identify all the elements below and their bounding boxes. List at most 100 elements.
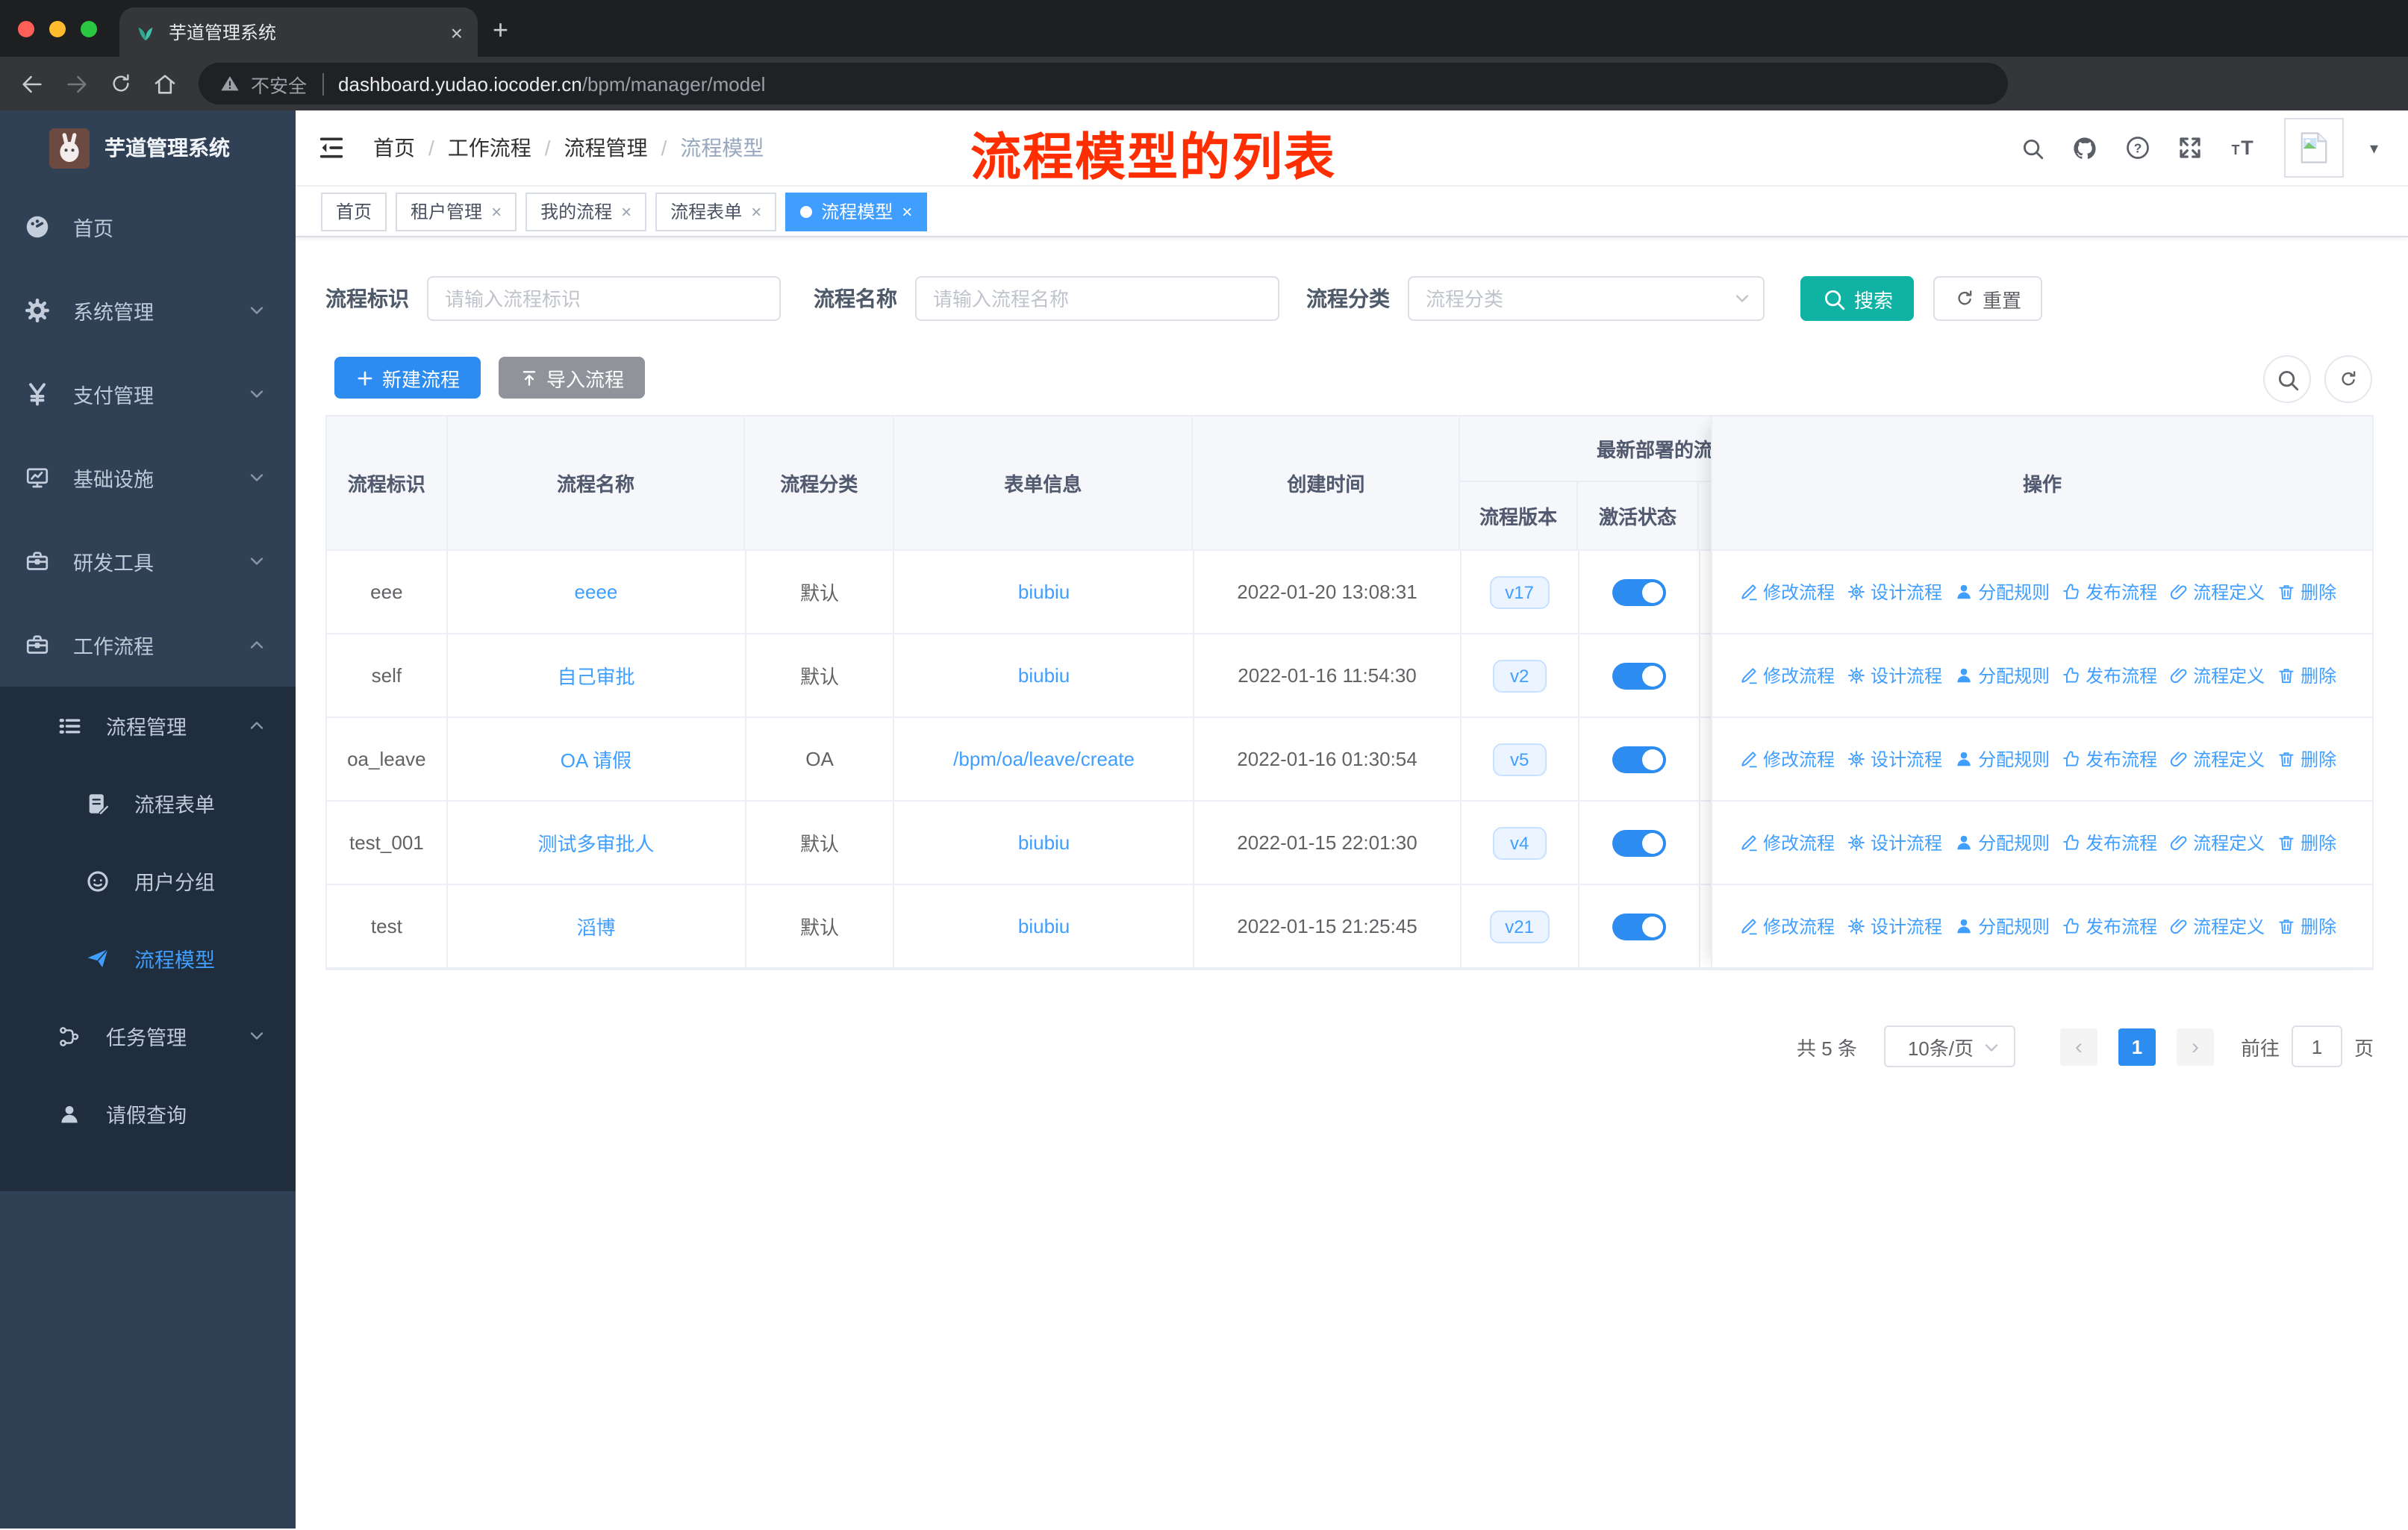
view-tab-close-icon[interactable]: × xyxy=(491,201,502,222)
process-name-link[interactable]: eeee xyxy=(575,581,618,603)
action-design-link[interactable]: 设计流程 xyxy=(1847,663,1942,688)
help-icon[interactable]: ? xyxy=(2125,134,2152,161)
breadcrumb-item[interactable]: 工作流程 xyxy=(448,133,531,163)
view-tab-1[interactable]: 租户管理 × xyxy=(396,192,517,231)
breadcrumb-item[interactable]: 首页 xyxy=(373,133,415,163)
action-definition-link[interactable]: 流程定义 xyxy=(2169,830,2265,855)
action-delete-link[interactable]: 删除 xyxy=(2277,579,2336,605)
view-tab-3[interactable]: 流程表单 × xyxy=(655,192,777,231)
forward-icon[interactable] xyxy=(64,71,90,96)
process-name-link[interactable]: OA 请假 xyxy=(561,745,631,773)
sidebar-item-11[interactable]: 请假查询 xyxy=(0,1075,296,1152)
action-edit-link[interactable]: 修改流程 xyxy=(1739,663,1835,688)
action-delete-link[interactable]: 删除 xyxy=(2277,663,2336,688)
form-info-link[interactable]: biubiu xyxy=(1018,664,1070,687)
new-tab-button[interactable]: + xyxy=(493,15,508,46)
active-toggle[interactable] xyxy=(1612,578,1666,605)
action-edit-link[interactable]: 修改流程 xyxy=(1739,746,1835,772)
action-definition-link[interactable]: 流程定义 xyxy=(2169,914,2265,939)
action-design-link[interactable]: 设计流程 xyxy=(1847,746,1942,772)
create-process-button[interactable]: 新建流程 xyxy=(334,357,481,399)
sidebar-collapse-icon[interactable] xyxy=(316,133,346,163)
view-tab-0[interactable]: 首页 xyxy=(321,192,387,231)
sidebar-item-5[interactable]: 工作流程 xyxy=(0,603,296,687)
avatar[interactable] xyxy=(2284,118,2345,178)
form-info-link[interactable]: /bpm/oa/leave/create xyxy=(953,748,1135,770)
avatar-caret-icon[interactable]: ▾ xyxy=(2370,138,2378,157)
action-assign-link[interactable]: 分配规则 xyxy=(1954,830,2050,855)
sidebar-item-1[interactable]: 系统管理 xyxy=(0,269,296,352)
sidebar-item-6[interactable]: 流程管理 xyxy=(0,687,296,764)
view-tab-close-icon[interactable]: × xyxy=(751,201,761,222)
action-edit-link[interactable]: 修改流程 xyxy=(1739,579,1835,605)
filter-category-select[interactable] xyxy=(1408,276,1765,321)
view-tab-4[interactable]: 流程模型 × xyxy=(785,192,928,231)
action-assign-link[interactable]: 分配规则 xyxy=(1954,914,2050,939)
sidebar-item-2[interactable]: 支付管理 xyxy=(0,352,296,436)
browser-tab[interactable]: 芋道管理系统 × xyxy=(119,7,478,57)
sidebar-item-0[interactable]: 首页 xyxy=(0,185,296,269)
breadcrumb-item[interactable]: 流程管理 xyxy=(564,133,648,163)
action-edit-link[interactable]: 修改流程 xyxy=(1739,914,1835,939)
active-toggle[interactable] xyxy=(1612,829,1666,856)
sidebar-item-10[interactable]: 任务管理 xyxy=(0,997,296,1075)
action-assign-link[interactable]: 分配规则 xyxy=(1954,746,2050,772)
maximize-window-button[interactable] xyxy=(81,20,97,37)
close-window-button[interactable] xyxy=(18,20,34,37)
action-definition-link[interactable]: 流程定义 xyxy=(2169,663,2265,688)
sidebar-item-9[interactable]: 流程模型 xyxy=(0,919,296,997)
import-process-button[interactable]: 导入流程 xyxy=(499,357,646,399)
minimize-window-button[interactable] xyxy=(49,20,66,37)
sidebar-item-7[interactable]: 流程表单 xyxy=(0,764,296,842)
toggle-search-button[interactable] xyxy=(2263,355,2311,403)
view-tab-2[interactable]: 我的流程 × xyxy=(525,192,647,231)
form-info-link[interactable]: biubiu xyxy=(1018,581,1070,603)
github-icon[interactable] xyxy=(2071,134,2100,162)
font-size-icon[interactable]: TT xyxy=(2230,134,2259,161)
filter-name-input[interactable] xyxy=(915,276,1279,321)
page-size-select[interactable]: 10条/页 xyxy=(1883,1025,2015,1067)
view-tab-close-icon[interactable]: × xyxy=(902,201,912,222)
action-publish-link[interactable]: 发布流程 xyxy=(2062,746,2157,772)
header-search-icon[interactable] xyxy=(2021,135,2046,160)
action-design-link[interactable]: 设计流程 xyxy=(1847,914,1942,939)
action-design-link[interactable]: 设计流程 xyxy=(1847,579,1942,605)
active-toggle[interactable] xyxy=(1612,662,1666,689)
search-button[interactable]: 搜索 xyxy=(1800,276,1915,321)
reset-button[interactable]: 重置 xyxy=(1933,276,2043,321)
url-bar[interactable]: 不安全 dashboard.yudao.iocoder.cn/bpm/manag… xyxy=(199,63,2008,104)
form-info-link[interactable]: biubiu xyxy=(1018,915,1070,937)
view-tab-close-icon[interactable]: × xyxy=(621,201,631,222)
action-publish-link[interactable]: 发布流程 xyxy=(2062,579,2157,605)
filter-id-input[interactable] xyxy=(427,276,781,321)
action-definition-link[interactable]: 流程定义 xyxy=(2169,579,2265,605)
action-design-link[interactable]: 设计流程 xyxy=(1847,830,1942,855)
next-page-button[interactable]: › xyxy=(2176,1028,2214,1065)
action-edit-link[interactable]: 修改流程 xyxy=(1739,830,1835,855)
action-definition-link[interactable]: 流程定义 xyxy=(2169,746,2265,772)
action-delete-link[interactable]: 删除 xyxy=(2277,830,2336,855)
filter-category-value[interactable] xyxy=(1408,276,1765,321)
action-publish-link[interactable]: 发布流程 xyxy=(2062,663,2157,688)
active-toggle[interactable] xyxy=(1612,746,1666,772)
action-publish-link[interactable]: 发布流程 xyxy=(2062,914,2157,939)
window-controls[interactable] xyxy=(18,20,97,37)
prev-page-button[interactable]: ‹ xyxy=(2059,1028,2097,1065)
sidebar-item-4[interactable]: 研发工具 xyxy=(0,519,296,603)
reload-icon[interactable] xyxy=(109,72,133,96)
back-icon[interactable] xyxy=(19,71,45,96)
form-info-link[interactable]: biubiu xyxy=(1018,831,1070,854)
current-page-button[interactable]: 1 xyxy=(2118,1028,2156,1065)
refresh-table-button[interactable] xyxy=(2324,355,2372,403)
action-assign-link[interactable]: 分配规则 xyxy=(1954,579,2050,605)
goto-page-input[interactable] xyxy=(2291,1025,2342,1067)
action-delete-link[interactable]: 删除 xyxy=(2277,746,2336,772)
action-publish-link[interactable]: 发布流程 xyxy=(2062,830,2157,855)
process-name-link[interactable]: 自己审批 xyxy=(557,661,634,690)
active-toggle[interactable] xyxy=(1612,913,1666,940)
fullscreen-icon[interactable] xyxy=(2177,134,2204,161)
sidebar-item-8[interactable]: 用户分组 xyxy=(0,842,296,919)
sidebar-item-3[interactable]: 基础设施 xyxy=(0,436,296,519)
action-delete-link[interactable]: 删除 xyxy=(2277,914,2336,939)
action-assign-link[interactable]: 分配规则 xyxy=(1954,663,2050,688)
